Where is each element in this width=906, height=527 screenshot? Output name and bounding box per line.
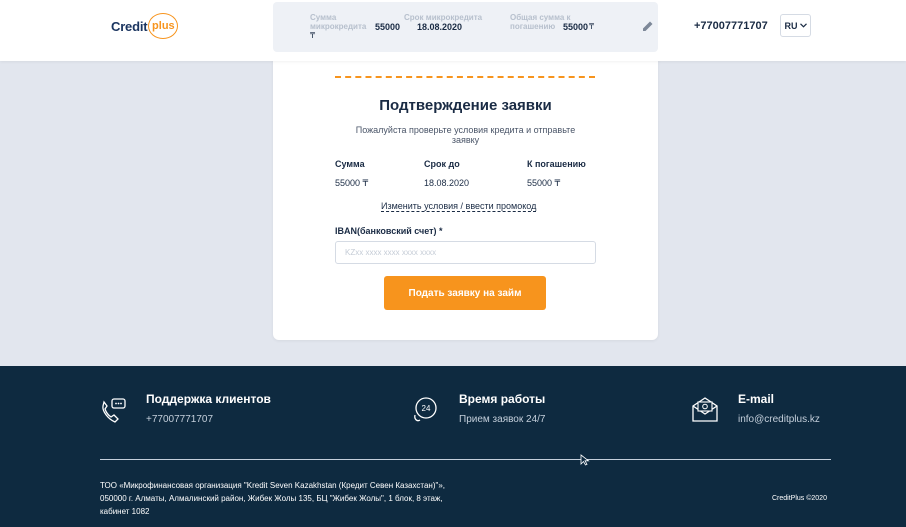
site-header: Credit plus Сумма микрокредита 55000 ₸ С… xyxy=(0,0,906,61)
footer-divider xyxy=(100,459,831,460)
edit-icon[interactable] xyxy=(642,20,654,32)
repayment-label: К погашению xyxy=(527,159,586,169)
term-value: 18.08.2020 xyxy=(424,178,470,188)
page-title: Подтверждение заявки xyxy=(379,97,552,114)
address-line-2: 050000 г. Алматы, Алмалинский район, Жиб… xyxy=(100,494,443,503)
header-phone[interactable]: +77007771707 xyxy=(694,20,768,32)
logo-wordmark: Credit xyxy=(111,18,148,34)
email-icon xyxy=(692,397,718,422)
summary-amount-label: Сумма микрокредита xyxy=(310,13,367,31)
summary-total-currency: ₸ xyxy=(589,22,595,31)
summary-term-label: Срок микрокредита xyxy=(404,13,483,22)
page-subtitle: Пожалуйста проверьте условия кредита и о… xyxy=(355,125,576,145)
amount-label: Сумма xyxy=(335,159,365,169)
logo-badge: plus xyxy=(148,13,179,39)
chevron-down-icon xyxy=(799,23,807,28)
progress-dash xyxy=(335,76,595,78)
repayment-value: 55000 ₸ xyxy=(527,178,561,188)
address-line-1: ТОО «Микрофинансовая организация "Kredit… xyxy=(100,481,446,490)
iban-label: IBAN(банковский счет) * xyxy=(335,226,443,236)
company-address: ТОО «Микрофинансовая организация "Kredit… xyxy=(100,479,540,518)
address-line-3: кабинет 1082 xyxy=(100,507,150,516)
summary-term-value: 18.08.2020 xyxy=(417,22,463,32)
email-title: E-mail xyxy=(738,392,775,406)
hours-text: Прием заявок 24/7 xyxy=(459,414,546,425)
summary-amount-currency: ₸ xyxy=(310,31,316,40)
language-select[interactable]: RU xyxy=(780,14,811,37)
submit-application-button[interactable]: Подать заявку на займ xyxy=(384,276,546,310)
support-phone[interactable]: +77007771707 xyxy=(146,414,213,425)
iban-input[interactable] xyxy=(335,241,596,264)
copyright: CreditPlus ©2020 xyxy=(772,495,827,502)
change-conditions-link[interactable]: Изменить условия / ввести промокод xyxy=(381,201,537,212)
language-value: RU xyxy=(784,20,798,31)
support-title: Поддержка клиентов xyxy=(146,392,271,406)
amount-value: 55000 ₸ xyxy=(335,178,369,188)
loan-summary-bar: Сумма микрокредита 55000 ₸ Срок микрокре… xyxy=(273,2,658,52)
phone-chat-icon xyxy=(102,398,126,423)
summary-amount-value: 55000 xyxy=(375,22,401,32)
hours-title: Время работы xyxy=(459,392,546,406)
email-link[interactable]: info@creditplus.kz xyxy=(738,414,820,425)
logo[interactable]: Credit plus xyxy=(111,12,179,40)
clock-24-icon: 24 xyxy=(414,397,437,422)
summary-total-value: 55000 xyxy=(563,22,589,32)
mouse-cursor-icon xyxy=(580,454,590,466)
term-label: Срок до xyxy=(424,159,460,169)
clock-24-label: 24 xyxy=(422,404,431,413)
site-footer: Поддержка клиентов +77007771707 24 Время… xyxy=(0,366,906,527)
confirmation-card: Подтверждение заявки Пожалуйста проверьт… xyxy=(273,50,658,340)
